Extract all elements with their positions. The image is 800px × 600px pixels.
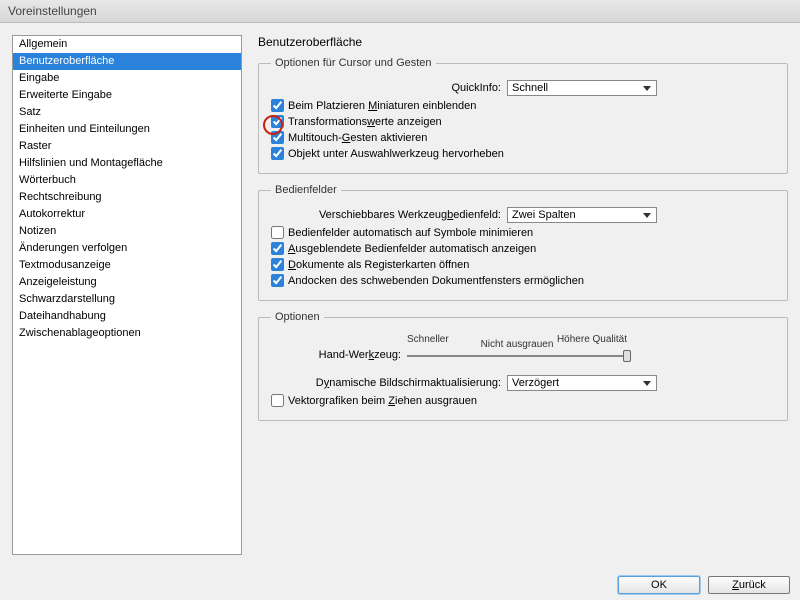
- sidebar-item-17[interactable]: Zwischenablageoptionen: [13, 325, 241, 342]
- sidebar-item-10[interactable]: Autokorrektur: [13, 206, 241, 223]
- group-options: Optionen Hand-Werkzeug: Schneller Höhere…: [258, 311, 788, 421]
- page-title: Benutzeroberfläche: [258, 35, 788, 49]
- sidebar-item-11[interactable]: Notizen: [13, 223, 241, 240]
- cb-thumbnails[interactable]: Beim Platzieren Miniaturen einblenden: [271, 99, 476, 112]
- cb-auto-show-hidden[interactable]: Ausgeblendete Bedienfelder automatisch a…: [271, 242, 536, 255]
- sidebar-item-2[interactable]: Eingabe: [13, 70, 241, 87]
- window-title: Voreinstellungen: [0, 0, 800, 23]
- hand-tool-slider[interactable]: Nicht ausgrauen: [407, 355, 627, 357]
- main-panel: Benutzeroberfläche Optionen für Cursor u…: [258, 35, 788, 555]
- group-cursor-legend: Optionen für Cursor und Gesten: [271, 57, 436, 69]
- cb-dock-floating[interactable]: Andocken des schwebenden Dokumentfenster…: [271, 274, 584, 287]
- sidebar-item-9[interactable]: Rechtschreibung: [13, 189, 241, 206]
- slider-thumb[interactable]: [623, 350, 631, 362]
- dyn-update-label: Dynamische Bildschirmaktualisierung:: [271, 377, 501, 389]
- slider-tick-label: Nicht ausgrauen: [481, 339, 554, 350]
- cb-thumbnails-input[interactable]: [271, 99, 284, 112]
- ok-button[interactable]: OK: [618, 576, 700, 594]
- slider-label-left: Schneller: [407, 334, 449, 345]
- sidebar-item-7[interactable]: Hilfslinien und Montagefläche: [13, 155, 241, 172]
- back-button[interactable]: Zurück: [708, 576, 790, 594]
- cb-highlight-object[interactable]: Objekt unter Auswahlwerkzeug hervorheben: [271, 147, 504, 160]
- group-cursor-gestures: Optionen für Cursor und Gesten QuickInfo…: [258, 57, 788, 174]
- cb-greek-vector[interactable]: Vektorgrafiken beim Ziehen ausgrauen: [271, 394, 477, 407]
- cb-greek-vector-input[interactable]: [271, 394, 284, 407]
- cb-auto-collapse-input[interactable]: [271, 226, 284, 239]
- group-panels: Bedienfelder Verschiebbares Werkzeugbedi…: [258, 184, 788, 301]
- sidebar-item-8[interactable]: Wörterbuch: [13, 172, 241, 189]
- sidebar-item-3[interactable]: Erweiterte Eingabe: [13, 87, 241, 104]
- cb-multitouch[interactable]: Multitouch-Gesten aktivieren: [271, 131, 427, 144]
- cb-auto-show-hidden-input[interactable]: [271, 242, 284, 255]
- group-options-legend: Optionen: [271, 311, 324, 323]
- group-panels-legend: Bedienfelder: [271, 184, 341, 196]
- sidebar-item-4[interactable]: Satz: [13, 104, 241, 121]
- tools-panel-select[interactable]: Zwei Spalten: [507, 207, 657, 223]
- cb-multitouch-input[interactable]: [271, 131, 284, 144]
- content-area: AllgemeinBenutzeroberflächeEingabeErweit…: [0, 23, 800, 567]
- cb-docs-tabs[interactable]: Dokumente als Registerkarten öffnen: [271, 258, 469, 271]
- dialog-footer: OK Zurück: [608, 570, 800, 600]
- quickinfo-label: QuickInfo:: [271, 82, 501, 94]
- sidebar-item-6[interactable]: Raster: [13, 138, 241, 155]
- sidebar-item-5[interactable]: Einheiten und Einteilungen: [13, 121, 241, 138]
- sidebar-item-15[interactable]: Schwarzdarstellung: [13, 291, 241, 308]
- sidebar-item-1[interactable]: Benutzeroberfläche: [13, 53, 241, 70]
- dyn-update-select[interactable]: Verzögert: [507, 375, 657, 391]
- sidebar-item-13[interactable]: Textmodusanzeige: [13, 257, 241, 274]
- sidebar-item-14[interactable]: Anzeigeleistung: [13, 274, 241, 291]
- cb-auto-collapse[interactable]: Bedienfelder automatisch auf Symbole min…: [271, 226, 533, 239]
- cb-transform-values-input[interactable]: [271, 115, 284, 128]
- tools-panel-label: Verschiebbares Werkzeugbedienfeld:: [271, 209, 501, 221]
- sidebar-item-0[interactable]: Allgemein: [13, 36, 241, 53]
- cb-transform-values[interactable]: Transformationswerte anzeigen: [271, 115, 442, 128]
- cb-dock-floating-input[interactable]: [271, 274, 284, 287]
- cb-highlight-object-input[interactable]: [271, 147, 284, 160]
- cb-docs-tabs-input[interactable]: [271, 258, 284, 271]
- quickinfo-select[interactable]: Schnell: [507, 80, 657, 96]
- hand-tool-label: Hand-Werkzeug:: [271, 349, 401, 361]
- slider-label-right: Höhere Qualität: [557, 334, 627, 345]
- sidebar-item-12[interactable]: Änderungen verfolgen: [13, 240, 241, 257]
- sidebar-item-16[interactable]: Dateihandhabung: [13, 308, 241, 325]
- category-sidebar: AllgemeinBenutzeroberflächeEingabeErweit…: [12, 35, 242, 555]
